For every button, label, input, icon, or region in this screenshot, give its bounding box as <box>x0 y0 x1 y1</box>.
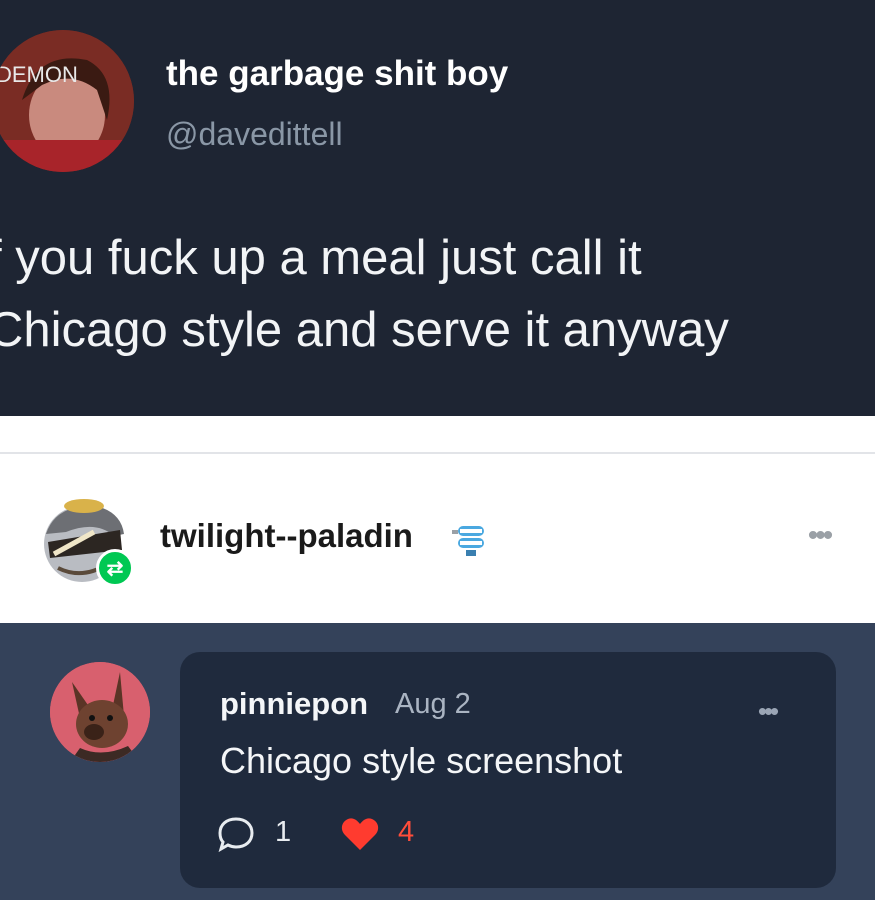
chattering-teeth-icon <box>452 520 494 560</box>
blog-name[interactable]: twilight--paladin <box>160 517 413 555</box>
note-avatar[interactable] <box>50 662 150 762</box>
tweet-text-line: Chicago style and serve it anyway <box>0 303 729 357</box>
note-date: Aug 2 <box>395 688 471 720</box>
tweet-screenshot: DEMON the garbage shit boy @davedittell … <box>0 0 875 416</box>
note-text: Chicago style screenshot <box>220 740 623 781</box>
divider <box>0 452 875 454</box>
tweet-text-line: f you fuck up a meal just call it <box>0 231 642 285</box>
note-username[interactable]: pinniepon <box>220 686 368 722</box>
svg-text:DEMON: DEMON <box>0 62 78 87</box>
tweet-handle: @davedittell <box>166 116 343 152</box>
heart-icon[interactable] <box>340 816 380 852</box>
like-count: 4 <box>398 816 415 848</box>
comment-icon[interactable] <box>216 814 256 854</box>
tweet-text: f you fuck up a meal just call it Chicag… <box>0 222 875 366</box>
note-more-options-button[interactable]: ••• <box>744 696 790 726</box>
tweet-display-name: the garbage shit boy <box>166 54 509 93</box>
post-more-options-button[interactable]: ••• <box>796 516 842 556</box>
tweet-avatar: DEMON <box>0 30 134 172</box>
comment-count: 1 <box>275 816 292 848</box>
reblog-icon: ⇄ <box>96 549 134 587</box>
